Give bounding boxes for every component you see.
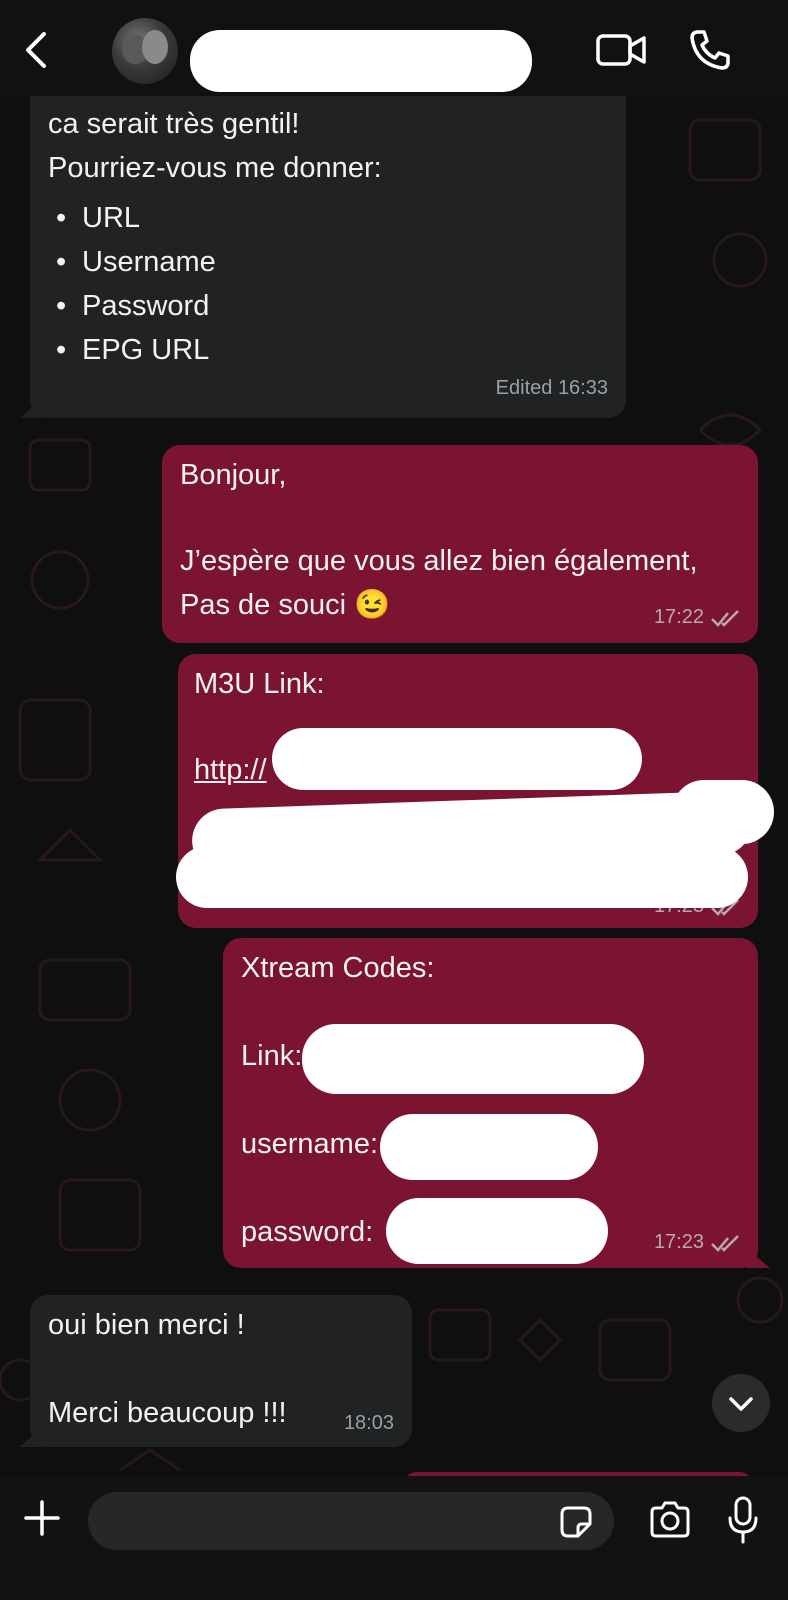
redaction-mark — [302, 1024, 644, 1094]
read-receipt-icon — [711, 610, 739, 627]
incoming-message-bubble[interactable]: ca serait très gentil! Pourriez-vous me … — [20, 70, 626, 418]
plus-icon[interactable] — [22, 1498, 62, 1538]
message-text: Pourriez-vous me donner: — [48, 152, 382, 184]
message-text: Xtream Codes: — [241, 952, 435, 984]
message-text: oui bien merci ! — [48, 1309, 245, 1341]
contact-avatar[interactable] — [112, 18, 178, 84]
chat-header — [0, 0, 788, 96]
microphone-icon[interactable] — [726, 1496, 760, 1544]
message-timestamp: Edited 16:33 — [495, 377, 608, 399]
message-text: username: — [241, 1128, 379, 1160]
redaction-mark — [176, 846, 748, 908]
bullet-list: URL Username Password EPG URL — [30, 196, 216, 372]
message-text: M3U Link: — [194, 668, 325, 700]
list-item: EPG URL — [30, 328, 216, 372]
phone-call-icon[interactable] — [688, 28, 732, 72]
redaction-mark — [380, 1114, 598, 1180]
camera-icon[interactable] — [648, 1500, 692, 1540]
outgoing-message-bubble[interactable]: Bonjour, J’espère que vous allez bien ég… — [162, 445, 758, 643]
scroll-to-bottom-button[interactable] — [712, 1374, 770, 1432]
message-text: Link: — [241, 1040, 303, 1072]
message-text: ca serait très gentil! — [48, 108, 300, 140]
video-call-icon[interactable] — [596, 30, 648, 70]
contact-name-redacted[interactable] — [190, 30, 532, 92]
sticker-icon[interactable] — [558, 1504, 594, 1540]
chevron-down-icon — [729, 1397, 753, 1411]
message-timestamp: 17:23 — [653, 1231, 704, 1253]
list-item: Password — [30, 284, 216, 328]
m3u-link[interactable]: http:// — [194, 748, 267, 792]
message-timestamp: 18:03 — [343, 1412, 394, 1434]
message-text: J’espère que vous allez bien également, — [180, 545, 698, 577]
message-input[interactable] — [88, 1492, 614, 1550]
message-text: Pas de souci 😉 — [180, 589, 391, 621]
message-composer — [0, 1476, 788, 1600]
message-text: password: — [241, 1216, 374, 1248]
redaction-mark — [386, 1198, 608, 1264]
message-text: Bonjour, — [180, 459, 287, 491]
redaction-mark — [272, 728, 642, 790]
list-item: URL — [30, 196, 216, 240]
read-receipt-icon — [711, 1235, 739, 1252]
message-timestamp: 17:22 — [653, 606, 704, 628]
list-item: Username — [30, 240, 216, 284]
back-arrow-icon[interactable] — [18, 30, 58, 70]
incoming-message-bubble[interactable]: oui bien merci ! Merci beaucoup !!! 18:0… — [20, 1295, 412, 1447]
message-text: Merci beaucoup !!! — [48, 1397, 287, 1429]
